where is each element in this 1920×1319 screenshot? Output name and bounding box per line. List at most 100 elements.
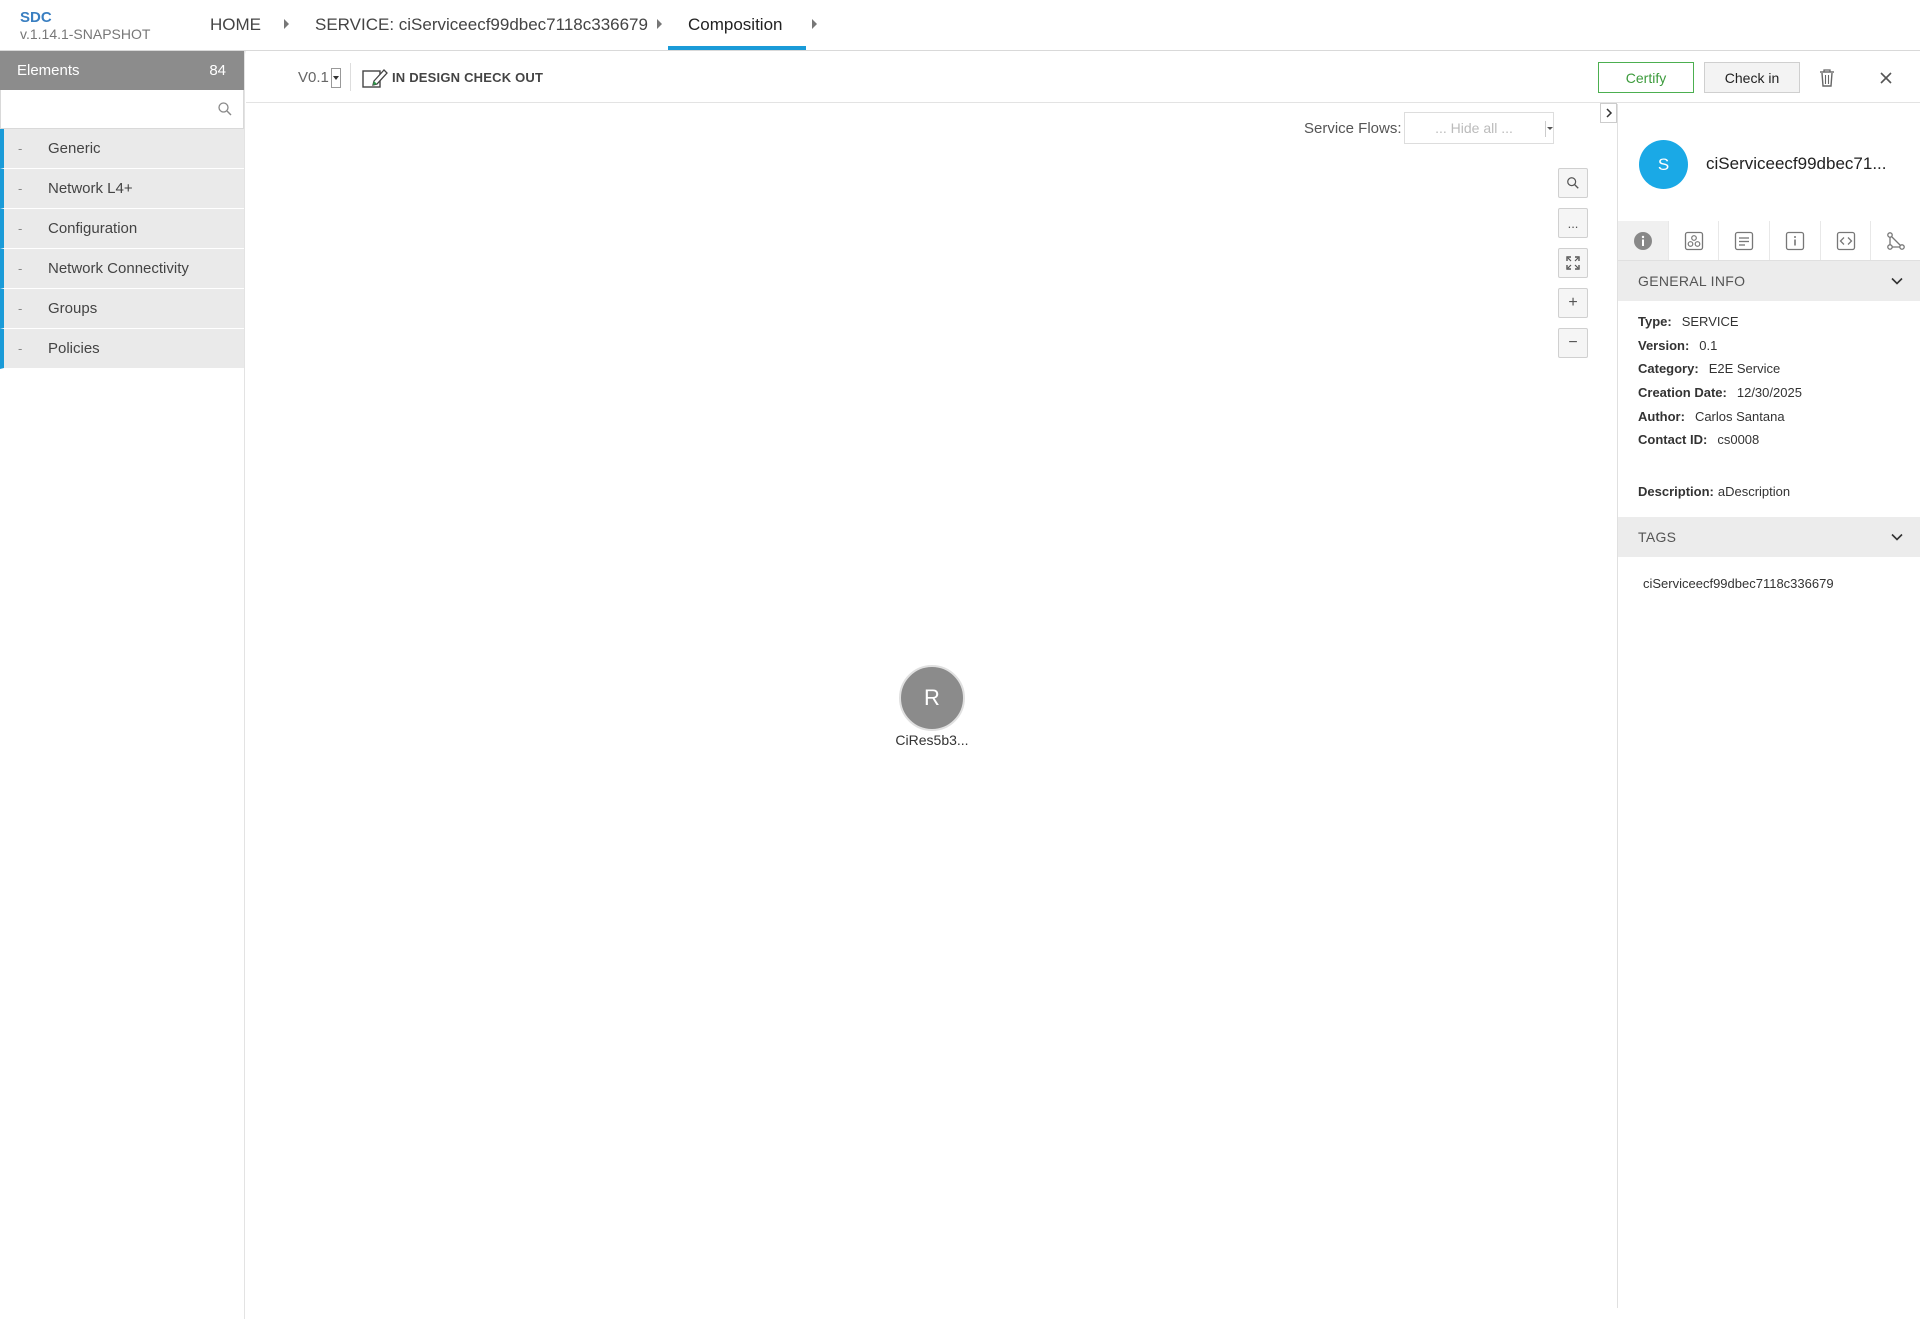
general-info-section-header[interactable]: GENERAL INFO (1618, 261, 1920, 301)
zoom-out-button[interactable]: − (1558, 328, 1588, 358)
tab-general-info[interactable] (1618, 221, 1669, 260)
category-label: Configuration (48, 220, 138, 237)
info-key: Creation Date: (1638, 385, 1727, 400)
info-key: Description: (1638, 484, 1714, 499)
details-panel: S ciServiceecf99dbec71... GENERAL INFO T… (1617, 104, 1920, 1308)
search-icon[interactable] (217, 101, 233, 117)
category-label: Policies (48, 340, 100, 357)
canvas-search-button[interactable] (1558, 168, 1588, 198)
code-icon (1836, 231, 1855, 250)
info-key: Category: (1638, 361, 1699, 376)
elements-title: Elements (17, 62, 80, 79)
details-tabs (1618, 221, 1920, 261)
category-label: Network L4+ (48, 180, 133, 197)
collapse-dash-icon: - (18, 261, 23, 276)
app-logo[interactable]: SDC v.1.14.1-SNAPSHOT (20, 9, 150, 42)
fit-to-screen-button[interactable] (1558, 248, 1588, 278)
breadcrumb-separator-icon[interactable] (657, 19, 662, 29)
collapse-dash-icon: - (18, 341, 23, 356)
category-generic[interactable]: - Generic (0, 129, 244, 169)
collapse-dash-icon: - (18, 141, 23, 156)
info-value: aDescription (1717, 484, 1791, 499)
collapse-dash-icon: - (18, 301, 23, 316)
chevron-right-icon (1605, 108, 1612, 118)
collapse-panel-button[interactable] (1600, 103, 1617, 123)
service-avatar: S (1639, 140, 1688, 189)
info-value: 0.1 (1699, 338, 1718, 353)
info-creation-date: Creation Date: 12/30/2025 (1638, 385, 1802, 400)
tags-section-header[interactable]: TAGS (1618, 517, 1920, 557)
elements-search-input[interactable] (1, 90, 243, 128)
service-flows-select[interactable]: ... Hide all ... (1404, 112, 1554, 144)
info-filled-icon (1633, 231, 1652, 250)
tab-information[interactable] (1770, 221, 1821, 260)
breadcrumb-service[interactable]: SERVICE: ciServiceecf99dbec7118c336679 (315, 14, 648, 36)
search-icon (1567, 177, 1579, 189)
info-box-icon (1785, 231, 1804, 250)
info-type: Type: SERVICE (1638, 314, 1739, 329)
info-value: E2E Service (1708, 361, 1781, 376)
properties-icon (1735, 231, 1754, 250)
tab-deployment-artifacts[interactable] (1669, 221, 1720, 260)
collapse-dash-icon: - (18, 221, 23, 236)
breadcrumb-separator-icon[interactable] (284, 19, 289, 29)
service-flows-label: Service Flows: (1304, 120, 1402, 137)
version-select[interactable]: V0.1 (298, 69, 329, 86)
active-breadcrumb-indicator (668, 46, 806, 50)
info-key: Author: (1638, 409, 1685, 424)
tab-composition-paths[interactable] (1871, 221, 1920, 260)
breadcrumb-separator-icon[interactable] (812, 19, 817, 29)
close-icon[interactable] (1878, 70, 1894, 86)
info-description: Description: aDescription (1638, 484, 1790, 499)
check-in-button[interactable]: Check in (1704, 62, 1800, 93)
info-version: Version: 0.1 (1638, 338, 1717, 353)
tag-item: ciServiceecf99dbec7118c336679 (1643, 576, 1834, 591)
chevron-down-icon (1891, 277, 1903, 285)
node-letter: R (924, 685, 940, 710)
fit-screen-icon (1566, 256, 1580, 270)
plus-icon: + (1568, 294, 1578, 311)
info-author: Author: Carlos Santana (1638, 409, 1785, 424)
category-configuration[interactable]: - Configuration (0, 209, 244, 249)
toolbar-divider (350, 63, 351, 91)
tab-properties[interactable] (1719, 221, 1771, 260)
service-flows-value: ... Hide all ... (1435, 120, 1513, 136)
info-key: Contact ID: (1638, 432, 1708, 447)
composition-canvas[interactable]: Service Flows: ... Hide all ... ... + − … (246, 104, 1616, 1308)
canvas-more-button[interactable]: ... (1558, 208, 1588, 238)
elements-count: 84 (209, 62, 226, 79)
category-groups[interactable]: - Groups (0, 289, 244, 329)
category-network-connectivity[interactable]: - Network Connectivity (0, 249, 244, 289)
info-key: Version: (1638, 338, 1690, 353)
elements-header: Elements 84 (0, 51, 244, 90)
flow-path-icon (1887, 231, 1906, 250)
top-navigation-bar: SDC v.1.14.1-SNAPSHOT HOME SERVICE: ciSe… (0, 0, 1920, 51)
app-name: SDC (20, 9, 52, 26)
resource-node[interactable]: R (899, 665, 965, 731)
tags-title: TAGS (1638, 529, 1677, 545)
chevron-down-icon (1545, 121, 1553, 137)
info-category: Category: E2E Service (1638, 361, 1780, 376)
info-contact-id: Contact ID: cs0008 (1638, 432, 1759, 447)
breadcrumb-composition[interactable]: Composition (688, 14, 783, 36)
info-value: Carlos Santana (1694, 409, 1785, 424)
elements-search (0, 90, 244, 129)
tab-api[interactable] (1821, 221, 1872, 260)
trash-icon[interactable] (1818, 68, 1836, 88)
version-dropdown-icon[interactable] (331, 68, 341, 88)
certify-button[interactable]: Certify (1598, 62, 1694, 93)
breadcrumb-home[interactable]: HOME (210, 14, 261, 36)
collapse-dash-icon: - (18, 181, 23, 196)
zoom-in-button[interactable]: + (1558, 288, 1588, 318)
category-label: Generic (48, 140, 101, 157)
composition-toolbar: V0.1 IN DESIGN CHECK OUT Certify Check i… (246, 51, 1920, 103)
category-policies[interactable]: - Policies (0, 329, 244, 369)
chevron-down-icon (1891, 533, 1903, 541)
category-label: Groups (48, 300, 98, 317)
info-value: SERVICE (1681, 314, 1739, 329)
info-value: 12/30/2025 (1736, 385, 1802, 400)
resource-node-label[interactable]: CiRes5b3... (876, 732, 988, 748)
info-key: Type: (1638, 314, 1672, 329)
category-network-l4[interactable]: - Network L4+ (0, 169, 244, 209)
service-name-title: ciServiceecf99dbec71... (1706, 154, 1887, 173)
